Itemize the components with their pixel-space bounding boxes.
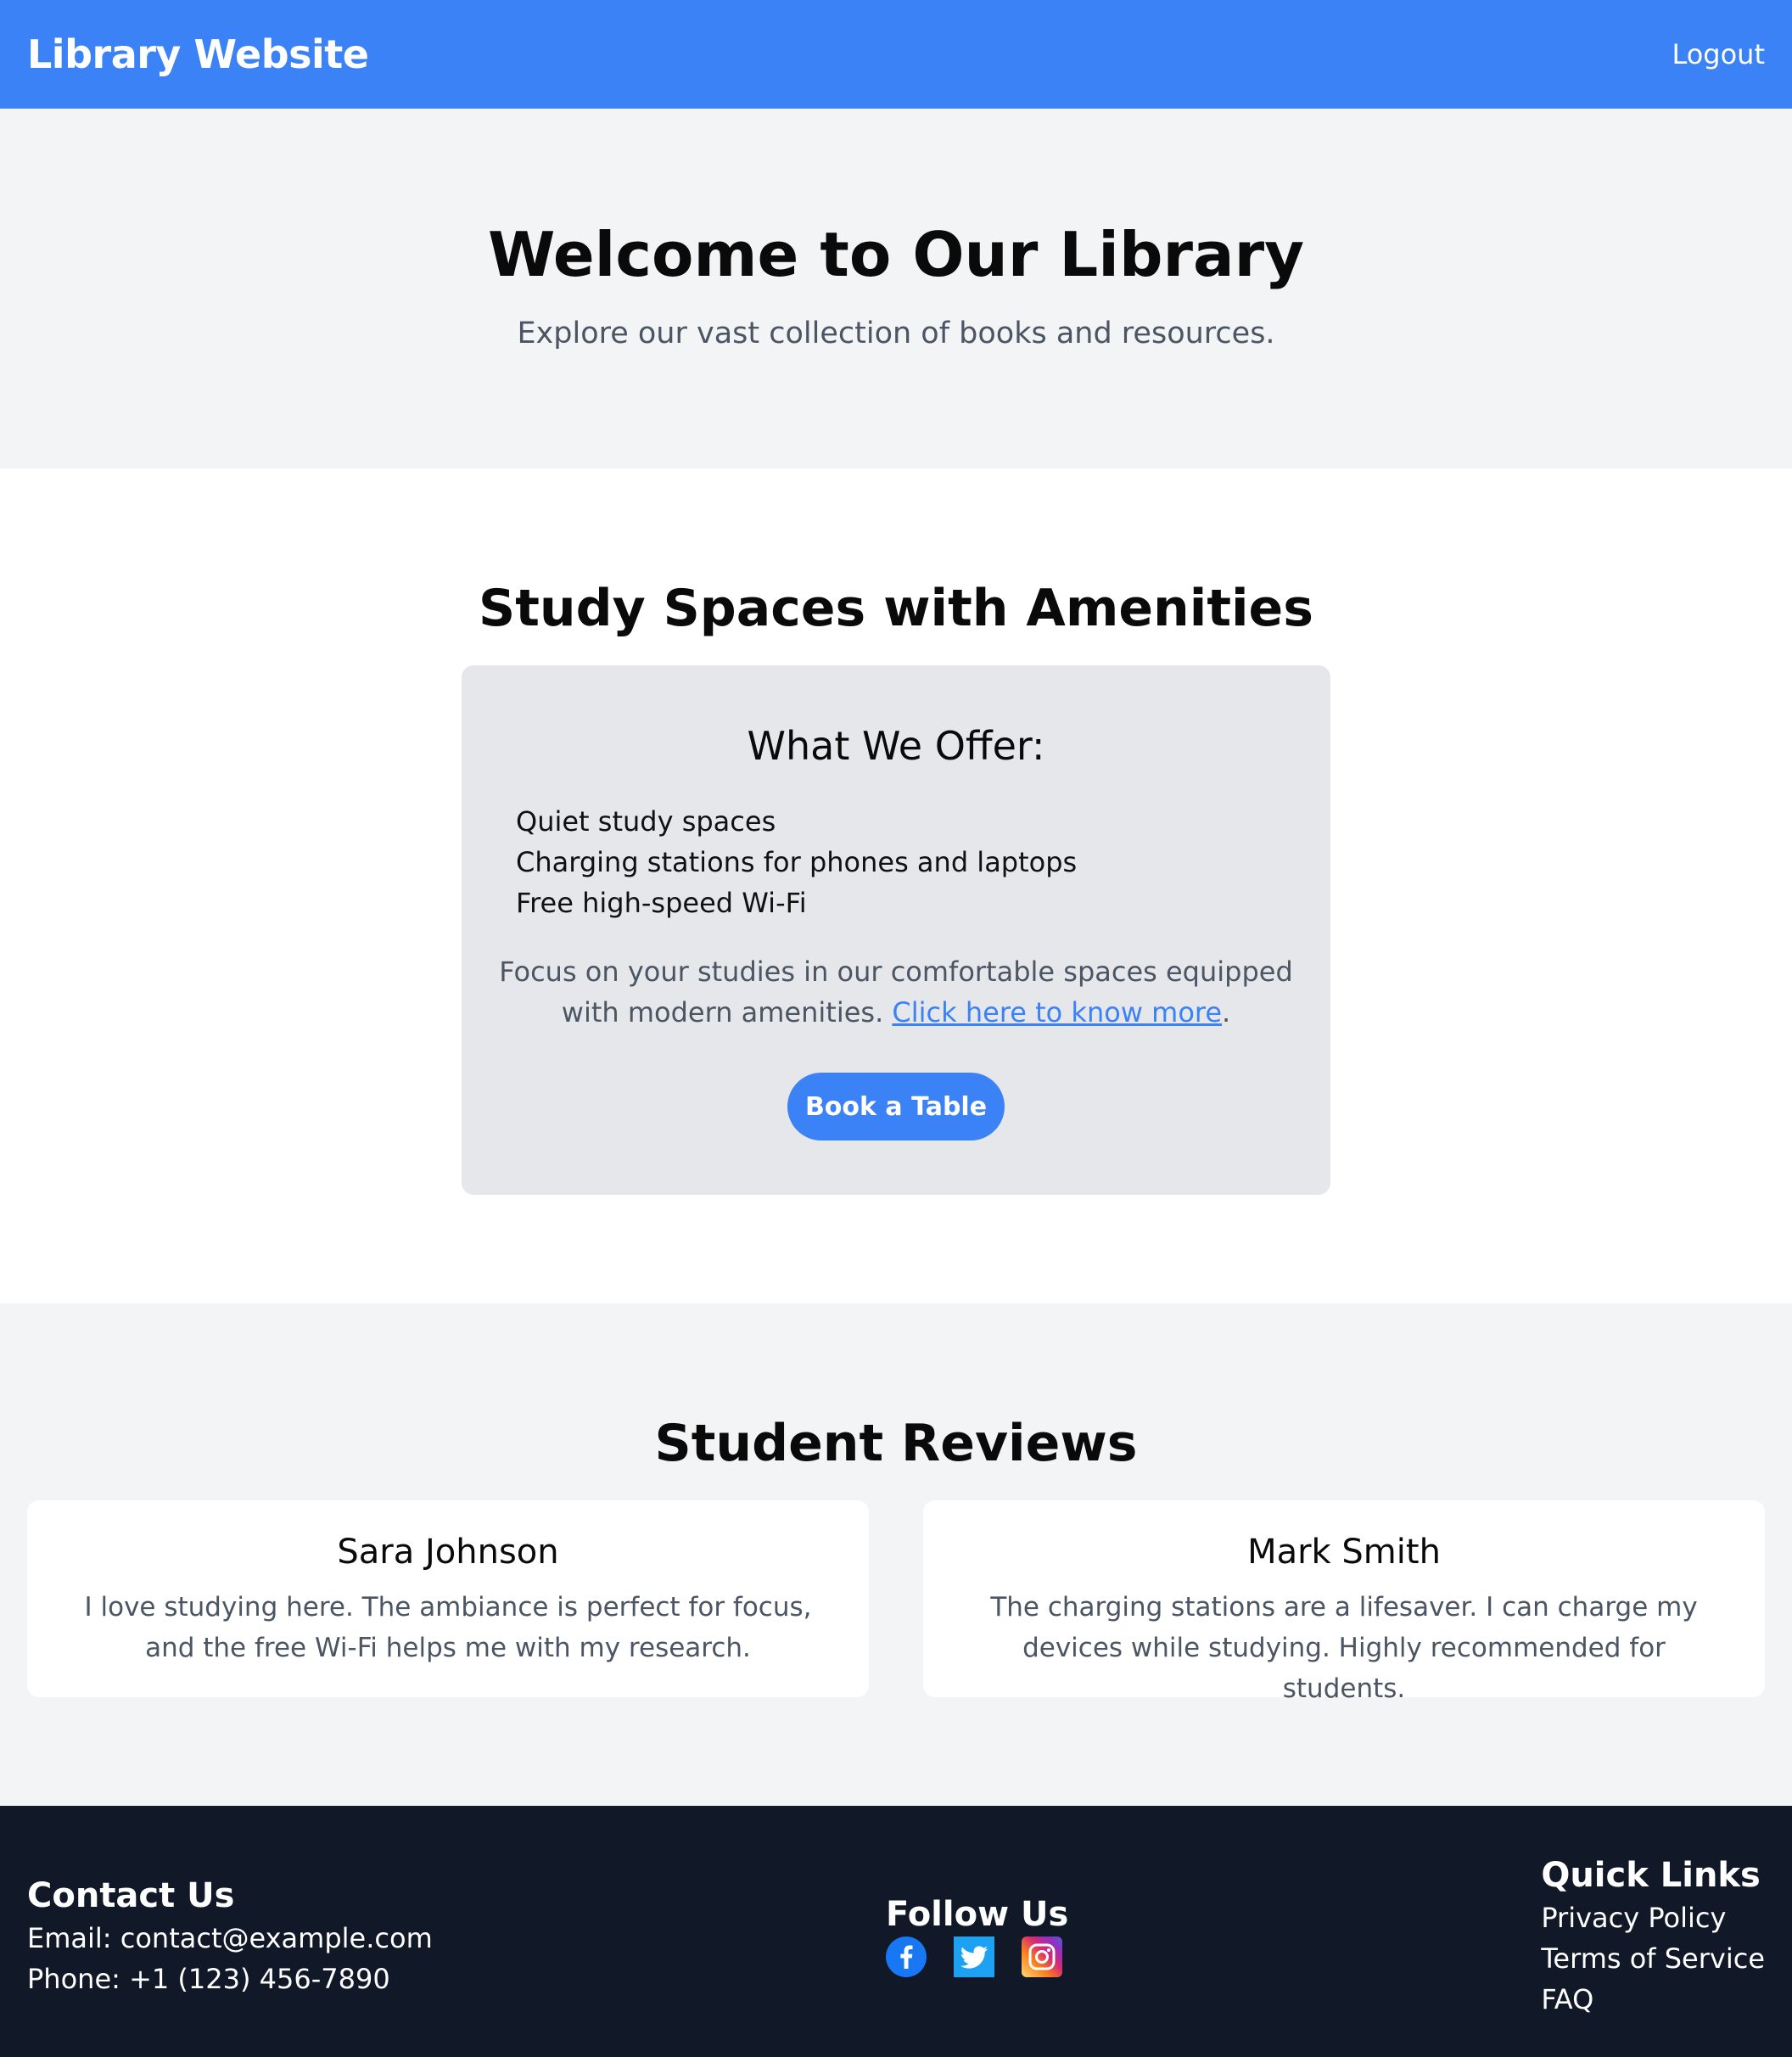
facebook-icon[interactable] — [886, 1936, 927, 1977]
reviews-title: Student Reviews — [654, 1414, 1138, 1473]
contact-title: Contact Us — [27, 1876, 235, 1915]
contact-phone: Phone: +1 (123) 456-7890 — [27, 1963, 390, 1995]
faq-link[interactable]: FAQ — [1541, 1979, 1765, 2020]
logout-link[interactable]: Logout — [1672, 38, 1765, 70]
hero-section: Welcome to Our Library Explore our vast … — [0, 109, 1792, 468]
follow-title: Follow Us — [886, 1895, 1069, 1934]
offer-card-title: What We Offer: — [747, 723, 1045, 769]
know-more-link[interactable]: Click here to know more — [892, 996, 1222, 1028]
offer-description-end: . — [1222, 996, 1231, 1028]
book-table-button[interactable]: Book a Table — [787, 1073, 1005, 1141]
site-footer: Contact Us Email: contact@example.com Ph… — [0, 1806, 1792, 2057]
review-card: Sara Johnson I love studying here. The a… — [27, 1500, 869, 1697]
offer-description: Focus on your studies in our comfortable… — [496, 951, 1296, 1033]
twitter-icon[interactable] — [954, 1936, 994, 1977]
review-card: Mark Smith The charging stations are a l… — [923, 1500, 1765, 1704]
amenities-list: Quiet study spaces Charging stations for… — [516, 801, 1077, 923]
list-item: Charging stations for phones and laptops — [516, 846, 1078, 878]
contact-block: Contact Us Email: contact@example.com Ph… — [27, 1874, 433, 1999]
hero-title: Welcome to Our Library — [487, 219, 1305, 290]
quick-links-block: Quick Links Privacy Policy Terms of Serv… — [1541, 1853, 1765, 2020]
follow-block: Follow Us — [886, 1892, 1068, 1977]
reviewer-name: Sara Johnson — [337, 1533, 559, 1572]
list-item: Quiet study spaces — [516, 805, 776, 838]
reviewer-name: Mark Smith — [1247, 1533, 1441, 1572]
contact-email: Email: contact@example.com — [27, 1922, 433, 1954]
review-text: I love studying here. The ambiance is pe… — [84, 1592, 812, 1663]
reviews-section: Student Reviews Sara Johnson I love stud… — [0, 1303, 1792, 1806]
hero-subtitle: Explore our vast collection of books and… — [517, 317, 1275, 350]
terms-of-service-link[interactable]: Terms of Service — [1541, 1938, 1765, 1979]
instagram-icon[interactable] — [1022, 1936, 1062, 1977]
review-text: The charging stations are a lifesaver. I… — [990, 1592, 1698, 1704]
quick-links-title: Quick Links — [1541, 1856, 1761, 1895]
study-section-title: Study Spaces with Amenities — [479, 579, 1313, 638]
list-item: Free high-speed Wi-Fi — [516, 887, 807, 919]
site-brand[interactable]: Library Website — [27, 31, 369, 77]
offer-card: What We Offer: Quiet study spaces Chargi… — [462, 665, 1330, 1195]
social-links — [886, 1936, 1068, 1977]
top-navbar: Library Website Logout — [0, 0, 1792, 109]
privacy-policy-link[interactable]: Privacy Policy — [1541, 1897, 1765, 1938]
study-spaces-section: Study Spaces with Amenities What We Offe… — [0, 468, 1792, 1303]
